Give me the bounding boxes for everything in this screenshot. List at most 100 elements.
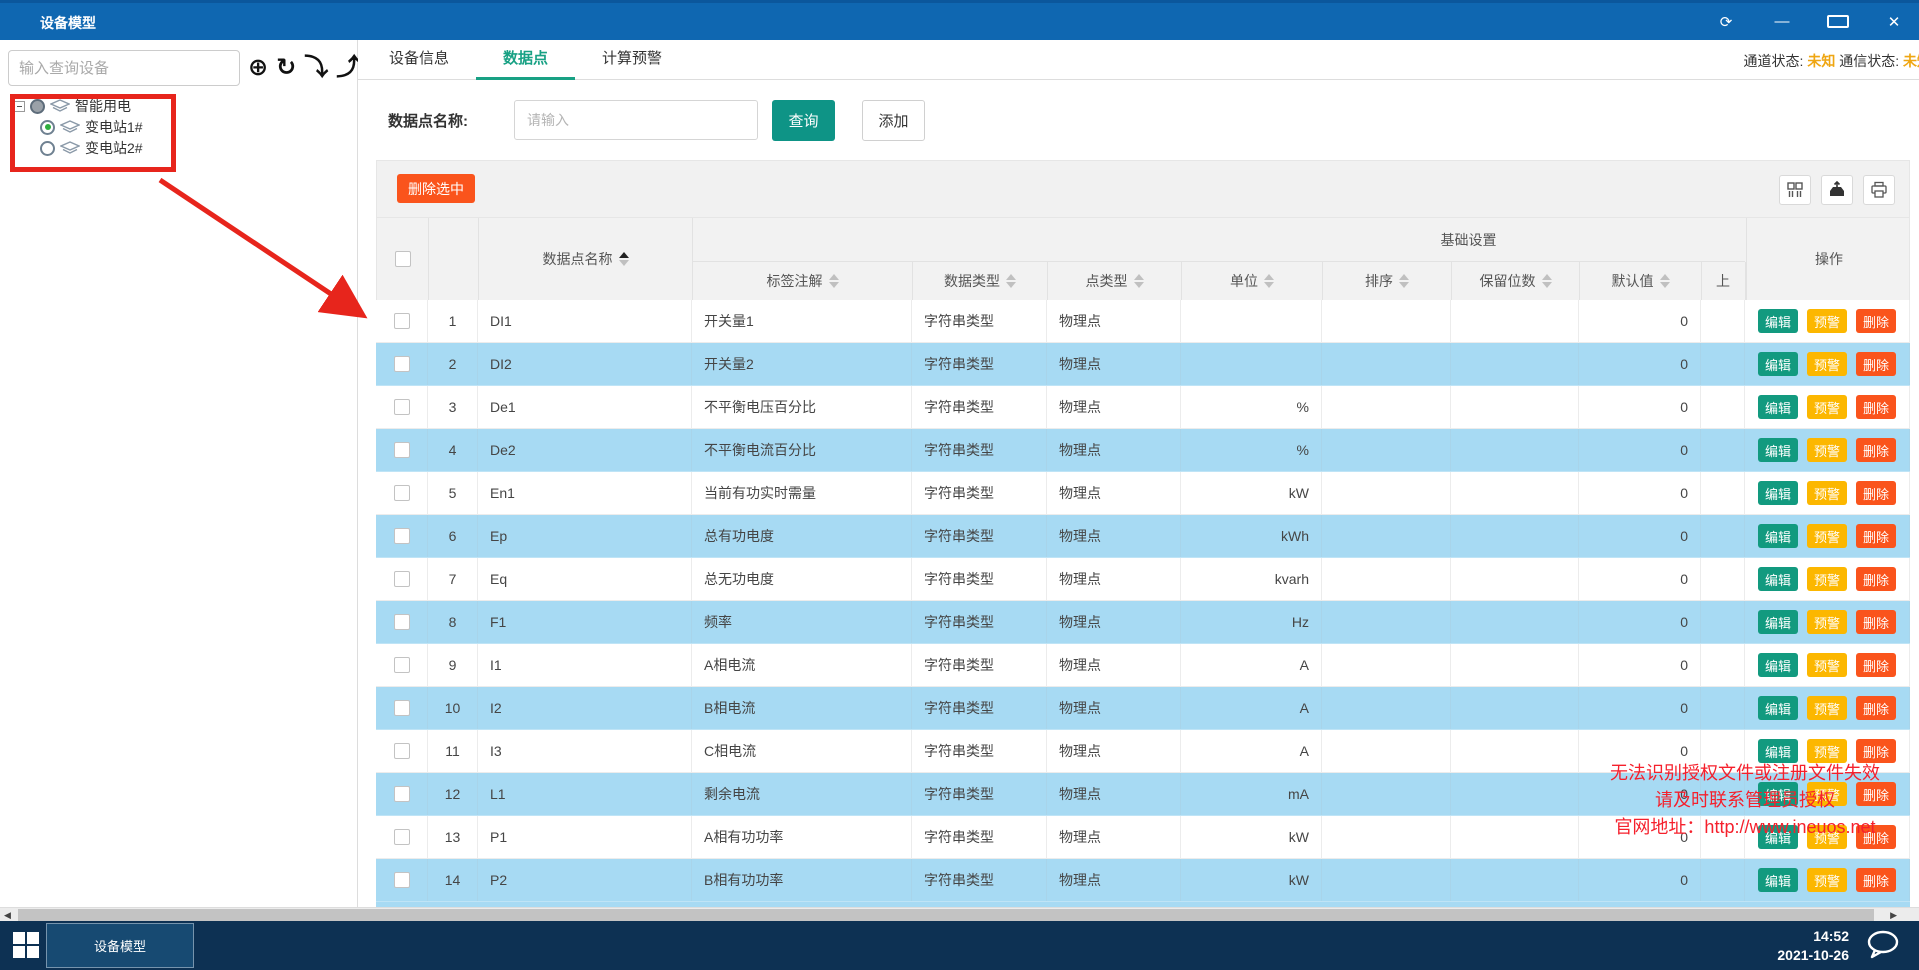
start-menu-icon[interactable] — [13, 932, 40, 959]
export-icon[interactable]: ⤴ — [336, 56, 360, 80]
warning-button[interactable]: 预警 — [1807, 653, 1847, 677]
table-row[interactable]: 2 DI2 开关量2 字符串类型 物理点 0 编辑 预警 删除 — [376, 343, 1910, 386]
scrollbar-thumb[interactable] — [18, 909, 1874, 921]
device-search-input[interactable] — [8, 50, 240, 86]
edit-button[interactable]: 编辑 — [1758, 567, 1798, 591]
warning-button[interactable]: 预警 — [1807, 438, 1847, 462]
delete-button[interactable]: 删除 — [1856, 524, 1896, 548]
select-all-checkbox[interactable] — [395, 251, 411, 267]
horizontal-scrollbar[interactable]: ◀ ▶ — [0, 907, 1919, 921]
tab-device-info[interactable]: 设备信息 — [362, 40, 476, 80]
collapse-toggle-icon[interactable] — [14, 101, 25, 112]
tree-node-substation2[interactable]: 变电站2# — [40, 138, 143, 158]
edit-button[interactable]: 编辑 — [1758, 438, 1798, 462]
table-row[interactable]: 4 De2 不平衡电流百分比 字符串类型 物理点 % 0 编辑 预警 删除 — [376, 429, 1910, 472]
warning-button[interactable]: 预警 — [1807, 352, 1847, 376]
scroll-left-icon[interactable]: ◀ — [4, 908, 11, 922]
row-checkbox[interactable] — [394, 356, 410, 372]
column-header-decimals[interactable]: 保留位数 — [1452, 262, 1580, 300]
row-checkbox[interactable] — [394, 786, 410, 802]
warning-button[interactable]: 预警 — [1807, 868, 1847, 892]
table-row[interactable]: 11 I3 C相电流 字符串类型 物理点 A 0 编辑 预警 删除 — [376, 730, 1910, 773]
row-checkbox[interactable] — [394, 485, 410, 501]
row-checkbox[interactable] — [394, 571, 410, 587]
table-row[interactable]: 10 I2 B相电流 字符串类型 物理点 A 0 编辑 预警 删除 — [376, 687, 1910, 730]
column-header-tag[interactable]: 标签注解 — [693, 262, 913, 300]
chat-bubble-icon[interactable] — [1865, 929, 1901, 966]
edit-button[interactable]: 编辑 — [1758, 395, 1798, 419]
warning-button[interactable]: 预警 — [1807, 696, 1847, 720]
column-header-name[interactable]: 数据点名称 — [479, 218, 693, 300]
table-row[interactable]: 8 F1 频率 字符串类型 物理点 Hz 0 编辑 预警 删除 — [376, 601, 1910, 644]
column-header-datatype[interactable]: 数据类型 — [913, 262, 1048, 300]
edit-button[interactable]: 编辑 — [1758, 309, 1798, 333]
edit-button[interactable]: 编辑 — [1758, 739, 1798, 763]
import-icon[interactable]: ⤵ — [304, 56, 328, 80]
warning-button[interactable]: 预警 — [1807, 567, 1847, 591]
warning-button[interactable]: 预警 — [1807, 524, 1847, 548]
query-button[interactable]: 查询 — [772, 100, 835, 141]
table-row[interactable]: 5 En1 当前有功实时需量 字符串类型 物理点 kW 0 编辑 预警 删除 — [376, 472, 1910, 515]
delete-button[interactable]: 删除 — [1856, 610, 1896, 634]
table-row[interactable]: 1 DI1 开关量1 字符串类型 物理点 0 编辑 预警 删除 — [376, 300, 1910, 343]
delete-button[interactable]: 删除 — [1856, 567, 1896, 591]
warning-button[interactable]: 预警 — [1807, 825, 1847, 849]
add-button[interactable]: 添加 — [862, 100, 925, 141]
row-checkbox[interactable] — [394, 657, 410, 673]
table-row[interactable]: 3 De1 不平衡电压百分比 字符串类型 物理点 % 0 编辑 预警 删除 — [376, 386, 1910, 429]
table-row[interactable]: 6 Ep 总有功电度 字符串类型 物理点 kWh 0 编辑 预警 删除 — [376, 515, 1910, 558]
minimize-icon[interactable]: — — [1771, 13, 1793, 30]
row-checkbox[interactable] — [394, 399, 410, 415]
delete-button[interactable]: 删除 — [1856, 352, 1896, 376]
warning-button[interactable]: 预警 — [1807, 610, 1847, 634]
warning-button[interactable]: 预警 — [1807, 782, 1847, 806]
column-header-unit[interactable]: 单位 — [1182, 262, 1323, 300]
columns-layout-icon[interactable] — [1779, 175, 1811, 205]
table-row[interactable]: 9 I1 A相电流 字符串类型 物理点 A 0 编辑 预警 删除 — [376, 644, 1910, 687]
edit-button[interactable]: 编辑 — [1758, 352, 1798, 376]
delete-button[interactable]: 删除 — [1856, 739, 1896, 763]
row-checkbox[interactable] — [394, 528, 410, 544]
row-checkbox[interactable] — [394, 614, 410, 630]
delete-button[interactable]: 删除 — [1856, 481, 1896, 505]
table-row[interactable]: 7 Eq 总无功电度 字符串类型 物理点 kvarh 0 编辑 预警 删除 — [376, 558, 1910, 601]
edit-button[interactable]: 编辑 — [1758, 653, 1798, 677]
warning-button[interactable]: 预警 — [1807, 395, 1847, 419]
row-checkbox[interactable] — [394, 829, 410, 845]
delete-button[interactable]: 删除 — [1856, 868, 1896, 892]
export-table-icon[interactable] — [1821, 175, 1853, 205]
warning-button[interactable]: 预警 — [1807, 481, 1847, 505]
datapoint-name-input[interactable] — [514, 100, 758, 140]
table-row[interactable]: 13 P1 A相有功功率 字符串类型 物理点 kW 0 编辑 预警 删除 — [376, 816, 1910, 859]
tree-node-substation1[interactable]: 变电站1# — [40, 117, 143, 137]
edit-button[interactable]: 编辑 — [1758, 524, 1798, 548]
delete-button[interactable]: 删除 — [1856, 309, 1896, 333]
substation2-radio[interactable] — [40, 141, 55, 156]
print-icon[interactable] — [1863, 175, 1895, 205]
taskbar-app-button[interactable]: 设备模型 — [46, 923, 194, 968]
edit-button[interactable]: 编辑 — [1758, 610, 1798, 634]
delete-button[interactable]: 删除 — [1856, 696, 1896, 720]
edit-button[interactable]: 编辑 — [1758, 782, 1798, 806]
delete-button[interactable]: 删除 — [1856, 653, 1896, 677]
row-checkbox[interactable] — [394, 442, 410, 458]
row-checkbox[interactable] — [394, 872, 410, 888]
column-header-pointtype[interactable]: 点类型 — [1048, 262, 1182, 300]
row-checkbox[interactable] — [394, 700, 410, 716]
scroll-right-icon[interactable]: ▶ — [1890, 908, 1897, 922]
delete-button[interactable]: 删除 — [1856, 825, 1896, 849]
warning-button[interactable]: 预警 — [1807, 739, 1847, 763]
row-checkbox[interactable] — [394, 313, 410, 329]
substation1-radio[interactable] — [40, 120, 55, 135]
delete-button[interactable]: 删除 — [1856, 395, 1896, 419]
delete-selected-button[interactable]: 删除选中 — [397, 174, 475, 203]
tree-node-root[interactable]: 智能用电 — [14, 96, 143, 116]
warning-button[interactable]: 预警 — [1807, 309, 1847, 333]
refresh-window-icon[interactable]: ⟳ — [1715, 13, 1737, 31]
edit-button[interactable]: 编辑 — [1758, 481, 1798, 505]
root-radio[interactable] — [30, 99, 45, 114]
row-checkbox[interactable] — [394, 743, 410, 759]
taskbar-clock[interactable]: 14:52 2021-10-26 — [1777, 927, 1849, 965]
edit-button[interactable]: 编辑 — [1758, 868, 1798, 892]
delete-button[interactable]: 删除 — [1856, 438, 1896, 462]
